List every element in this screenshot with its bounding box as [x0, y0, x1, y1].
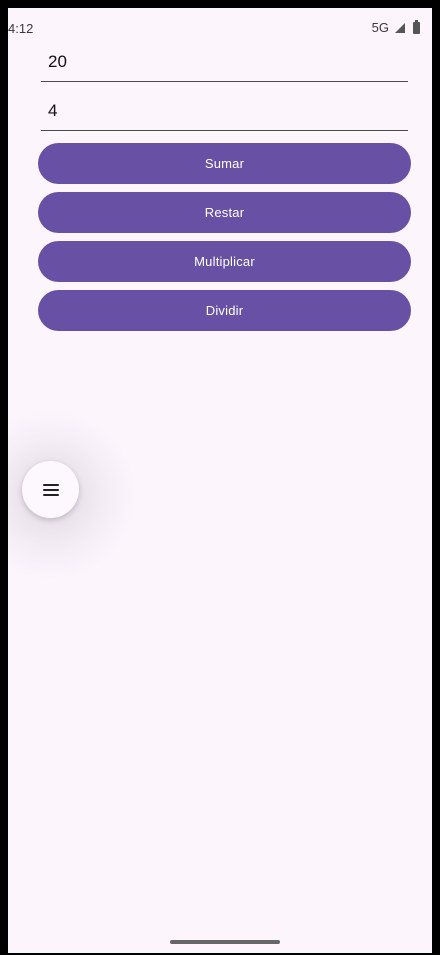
first-number-field[interactable]: 20: [41, 46, 408, 82]
signal-icon: [395, 22, 405, 33]
network-type: 5G: [371, 20, 389, 35]
subtract-button[interactable]: Restar: [38, 192, 411, 233]
menu-fab[interactable]: [22, 461, 79, 518]
divide-button[interactable]: Dividir: [38, 290, 411, 331]
multiply-button[interactable]: Multiplicar: [38, 241, 411, 282]
app-screen: 4:12 5G 20 4 Sumar Restar Multiplicar Di…: [8, 8, 432, 953]
battery-icon: [413, 19, 420, 34]
device-frame: 4:12 5G 20 4 Sumar Restar Multiplicar Di…: [0, 0, 440, 955]
second-number-underline: [41, 130, 408, 131]
add-button[interactable]: Sumar: [38, 143, 411, 184]
status-bar: 4:12 5G: [8, 8, 432, 44]
status-time: 4:12: [8, 21, 34, 36]
first-number-value: 20: [48, 52, 67, 71]
second-number-field[interactable]: 4: [41, 95, 408, 131]
home-indicator[interactable]: [170, 940, 280, 944]
first-number-underline: [41, 81, 408, 82]
menu-icon: [42, 483, 59, 496]
status-indicators: 5G: [371, 19, 420, 35]
second-number-value: 4: [48, 101, 58, 120]
